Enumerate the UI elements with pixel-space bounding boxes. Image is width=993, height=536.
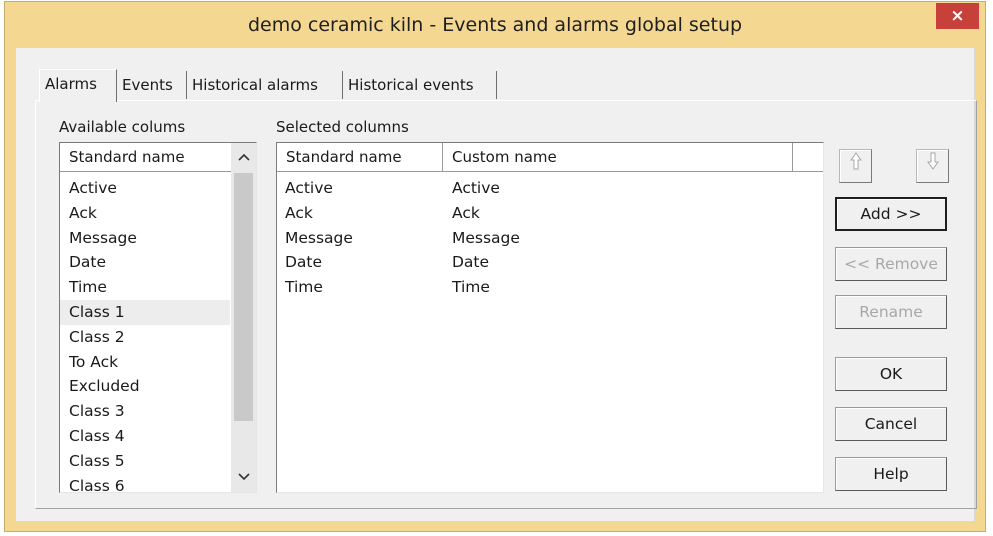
- list-item[interactable]: Ack: [60, 201, 230, 226]
- custom-name-header[interactable]: Custom name: [443, 143, 793, 171]
- tab-events-label: Events: [122, 76, 173, 94]
- standard-name-cell: Ack: [285, 203, 313, 222]
- tab-historical-alarms[interactable]: Historical alarms: [187, 71, 343, 99]
- selected-columns-label: Selected columns: [276, 118, 409, 136]
- standard-name-cell: Active: [285, 179, 333, 197]
- custom-name-cell: Active: [452, 179, 500, 197]
- tab-panel-alarms: Available colums Standard name Active Ack…: [35, 100, 977, 509]
- selected-columns-list[interactable]: Standard name Custom name Active Active Ac…: [276, 142, 824, 493]
- selected-standard-name-header[interactable]: Standard name: [277, 143, 443, 171]
- selected-list-header: Standard name Custom name: [277, 143, 823, 172]
- list-item[interactable]: Message: [60, 226, 230, 251]
- remove-button[interactable]: << Remove: [835, 247, 947, 281]
- custom-name-cell: Time: [452, 278, 490, 297]
- available-columns-label: Available colums: [59, 118, 186, 136]
- rename-button[interactable]: Rename: [835, 295, 947, 329]
- list-item[interactable]: Date: [60, 250, 230, 275]
- dialog-window: demo ceramic kiln - Events and alarms gl…: [4, 1, 986, 532]
- available-columns-list[interactable]: Standard name Active Ack Message Date Time Cl…: [59, 142, 257, 493]
- list-item[interactable]: Excluded: [60, 374, 230, 399]
- table-row[interactable]: Message Message: [277, 226, 797, 251]
- close-button[interactable]: ×: [936, 3, 979, 29]
- cancel-button[interactable]: Cancel: [835, 407, 947, 441]
- list-item[interactable]: Class 6: [60, 474, 230, 492]
- list-item[interactable]: Time: [60, 275, 230, 300]
- scrollbar-thumb[interactable]: [234, 173, 253, 421]
- standard-name-cell: Time: [285, 278, 323, 297]
- down-arrow-icon: [926, 152, 940, 176]
- standard-name-cell: Date: [285, 253, 323, 272]
- tab-alarms[interactable]: Alarms: [39, 69, 117, 102]
- list-item[interactable]: Active: [60, 176, 230, 201]
- list-item[interactable]: Class 1: [60, 300, 230, 325]
- table-row[interactable]: Date Date: [277, 250, 797, 275]
- available-list-scrollbar[interactable]: [231, 143, 256, 492]
- add-button[interactable]: Add >>: [835, 197, 947, 231]
- close-icon: ×: [950, 6, 965, 26]
- help-button[interactable]: Help: [835, 457, 947, 491]
- window-title: demo ceramic kiln - Events and alarms gl…: [247, 14, 743, 36]
- custom-name-cell: Ack: [452, 203, 480, 222]
- tab-historical-alarms-label: Historical alarms: [192, 76, 318, 94]
- title-bar[interactable]: demo ceramic kiln - Events and alarms gl…: [5, 2, 985, 46]
- available-list-header: Standard name: [60, 143, 233, 172]
- list-item[interactable]: Class 5: [60, 449, 230, 474]
- tab-historical-events-label: Historical events: [348, 76, 474, 94]
- list-item[interactable]: To Ack: [60, 350, 230, 375]
- standard-name-column-header[interactable]: Standard name: [60, 143, 233, 171]
- tab-events[interactable]: Events: [117, 71, 187, 99]
- move-up-button[interactable]: [839, 149, 872, 183]
- table-row[interactable]: Ack Ack: [277, 201, 797, 226]
- tab-historical-events[interactable]: Historical events: [343, 71, 497, 99]
- list-item[interactable]: Class 2: [60, 325, 230, 350]
- list-item[interactable]: Class 3: [60, 399, 230, 424]
- custom-name-cell: Date: [452, 253, 490, 272]
- up-arrow-icon: [849, 152, 863, 176]
- standard-name-cell: Message: [285, 228, 353, 247]
- move-down-button[interactable]: [916, 149, 949, 183]
- ok-button[interactable]: OK: [835, 357, 947, 391]
- list-item[interactable]: Class 4: [60, 424, 230, 449]
- table-row[interactable]: Active Active: [277, 176, 797, 201]
- chevron-down-icon[interactable]: [231, 465, 256, 490]
- dialog-client-area: Alarms Events Historical alarms Historic…: [15, 47, 977, 522]
- custom-name-cell: Message: [452, 228, 520, 247]
- chevron-up-icon[interactable]: [231, 145, 256, 170]
- table-row[interactable]: Time Time: [277, 275, 797, 300]
- tab-alarms-label: Alarms: [45, 75, 97, 93]
